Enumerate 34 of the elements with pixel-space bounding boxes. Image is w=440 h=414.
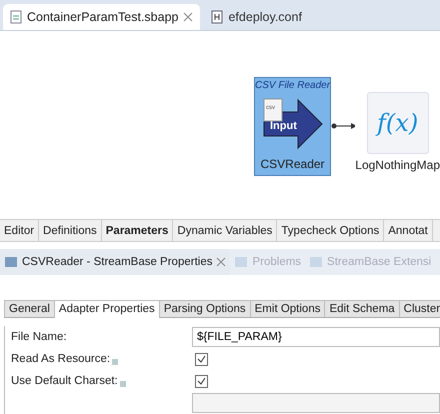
info-icon (112, 359, 118, 366)
view-icon (234, 255, 248, 270)
editor-page-tab[interactable]: Typecheck Options (277, 220, 384, 242)
property-tab[interactable]: Adapter Properties (54, 300, 160, 318)
editor-page-tab[interactable]: Annotat (384, 220, 433, 242)
info-icon (120, 381, 126, 388)
property-tab[interactable]: Emit Options (250, 300, 326, 318)
view-icon (309, 255, 324, 270)
checkbox[interactable] (195, 374, 208, 388)
node-label: CSVReader (260, 157, 325, 172)
close-icon[interactable] (183, 12, 194, 22)
property-tab[interactable]: Edit Schema (324, 300, 400, 318)
text-field[interactable] (192, 393, 440, 414)
file-icon (10, 10, 22, 24)
editor-page-tab[interactable]: Definitions (39, 220, 102, 242)
field-label: Use Default Charset: (11, 375, 118, 388)
file-tab[interactable]: efdeploy.conf (204, 4, 309, 30)
file-tab[interactable]: ContainerParamTest.sbapp (3, 4, 200, 30)
view-icon (4, 255, 18, 270)
property-tab[interactable]: Cluster (398, 300, 440, 318)
field-label: Read As Resource: (11, 353, 110, 366)
checkbox[interactable] (195, 352, 208, 366)
property-tab[interactable]: General (4, 300, 55, 318)
text-field[interactable]: ${FILE_PARAM} (192, 327, 440, 348)
editor-page-tab[interactable]: Dynamic Variables (173, 220, 278, 242)
h-file-icon (211, 10, 224, 24)
close-icon[interactable] (216, 257, 226, 268)
node-label: LogNothingMap (355, 158, 440, 172)
property-tab[interactable]: Parsing Options (158, 300, 251, 318)
editor-page-tab[interactable]: Editor (0, 220, 40, 242)
connector-arrow (331, 122, 356, 130)
field-label: File Name: (11, 331, 67, 344)
editor-page-tab[interactable]: Parameters (102, 220, 174, 242)
operator-caption: CSV File Reader (255, 80, 330, 92)
